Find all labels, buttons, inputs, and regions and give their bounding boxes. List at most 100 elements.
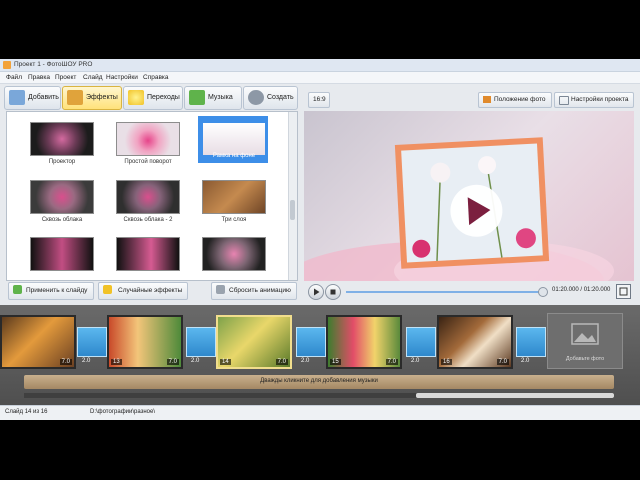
- timeline-transition[interactable]: 2.0: [77, 327, 107, 364]
- slide-duration: 7.0: [59, 359, 72, 365]
- timeline-slide-selected[interactable]: 14 7.0: [216, 315, 292, 369]
- timeline-transition[interactable]: 2.0: [406, 327, 436, 364]
- tab-add[interactable]: Добавить: [4, 86, 61, 110]
- photo-position-button[interactable]: Положение фото: [478, 92, 552, 108]
- timeline: 7.0 2.0 13 7.0 2.0 14 7.0 2.0 15 7.0 2.0: [0, 305, 640, 405]
- effects-scrollbar[interactable]: [288, 112, 297, 280]
- reset-animation-button[interactable]: Сбросить анимацию: [211, 282, 297, 300]
- settings-icon: [559, 96, 569, 105]
- transition-duration: 2.0: [301, 358, 310, 364]
- effect-label: Проектор: [48, 159, 76, 165]
- transition-duration: 2.0: [521, 358, 530, 364]
- app-window: Проект 1 - ФотоШОУ PRO Файл Правка Проек…: [0, 59, 640, 420]
- timeline-slide[interactable]: 13 7.0: [107, 315, 183, 369]
- effect-item-8[interactable]: [116, 237, 180, 271]
- timeline-scrollbar-thumb[interactable]: [416, 393, 614, 398]
- effect-through-clouds-2[interactable]: [116, 180, 180, 214]
- playback-progress-track[interactable]: [346, 291, 542, 293]
- effect-frame-on-background[interactable]: [202, 122, 266, 156]
- effect-through-clouds[interactable]: [30, 180, 94, 214]
- menu-settings[interactable]: Настройки: [106, 74, 138, 81]
- fullscreen-icon: [619, 287, 628, 296]
- tab-transitions-label: Переходы: [147, 94, 180, 101]
- music-note-icon: [189, 90, 205, 105]
- effect-projector[interactable]: [30, 122, 94, 156]
- effect-thumbnail: [30, 237, 94, 271]
- transition-duration: 2.0: [411, 358, 420, 364]
- effect-item-9[interactable]: [202, 237, 266, 271]
- add-photo-icon: [571, 323, 599, 345]
- random-effects-label: Случайные эффекты: [118, 287, 183, 294]
- slide-duration: 7.0: [275, 359, 288, 365]
- window-title: Проект 1 - ФотоШОУ PRO: [14, 61, 93, 68]
- play-button[interactable]: [308, 284, 324, 300]
- status-folder-path: D:\фотографии\разное\: [90, 409, 156, 415]
- effect-label: Рамка на фоне: [212, 153, 256, 159]
- random-effects-button[interactable]: Случайные эффекты: [98, 282, 188, 300]
- timeline-slide[interactable]: 7.0: [0, 315, 76, 369]
- slide-number: 14: [220, 359, 231, 365]
- preview-artwork: [304, 137, 614, 281]
- menu-project[interactable]: Проект: [55, 74, 76, 81]
- stop-button[interactable]: [325, 284, 341, 300]
- tab-effects[interactable]: Эффекты: [62, 86, 122, 110]
- playback-knob[interactable]: [538, 287, 548, 297]
- slide-number: 15: [330, 359, 341, 365]
- tab-transitions[interactable]: Переходы: [123, 86, 183, 110]
- slide-duration: 7.0: [166, 359, 179, 365]
- effect-thumbnail: [30, 122, 94, 156]
- effect-thumbnail: [202, 237, 266, 271]
- status-bar: Слайд 14 из 16 D:\фотографии\разное\: [0, 405, 640, 420]
- menu-help[interactable]: Справка: [143, 74, 169, 81]
- magic-wand-icon: [103, 285, 112, 294]
- project-settings-label: Настройки проекта: [571, 96, 629, 103]
- slide-duration: 7.0: [496, 359, 509, 365]
- tab-create-label: Создать: [267, 94, 294, 101]
- menu-bar: Файл Правка Проект Слайд Настройки Справ…: [0, 72, 640, 84]
- effect-item-7[interactable]: [30, 237, 94, 271]
- photo-add-icon: [9, 90, 25, 105]
- add-photo-slot[interactable]: Добавьте фото: [547, 313, 623, 369]
- photo-position-label: Положение фото: [494, 96, 546, 103]
- title-bar: Проект 1 - ФотоШОУ PRO: [0, 59, 640, 72]
- timeline-slide[interactable]: 15 7.0: [326, 315, 402, 369]
- effects-gallery: Проектор Простой поворот Рамка на фоне С…: [6, 111, 298, 281]
- tab-music[interactable]: Музыка: [184, 86, 242, 110]
- effect-thumbnail: [116, 180, 180, 214]
- timeline-scrollbar[interactable]: [24, 393, 614, 398]
- photo-position-icon: [483, 96, 491, 103]
- stop-icon: [330, 289, 336, 295]
- menu-slide[interactable]: Слайд: [83, 74, 103, 81]
- app-logo-icon: [3, 61, 11, 69]
- slide-number: 16: [441, 359, 452, 365]
- aspect-ratio-button[interactable]: 16:9: [308, 92, 330, 108]
- effect-simple-rotate[interactable]: [116, 122, 180, 156]
- main-tabs: Добавить Эффекты Переходы Музыка Создать: [0, 84, 300, 110]
- timeline-transition[interactable]: 2.0: [186, 327, 216, 364]
- fullscreen-button[interactable]: [616, 284, 631, 299]
- transition-duration: 2.0: [191, 358, 200, 364]
- play-icon: [314, 288, 320, 296]
- effect-label: Сквозь облака - 2: [123, 217, 173, 223]
- menu-edit[interactable]: Правка: [28, 74, 50, 81]
- playback-time: 01:20.000 / 01:20.000: [552, 287, 611, 293]
- tab-add-label: Добавить: [28, 94, 59, 101]
- apply-to-slide-button[interactable]: Применить к слайду: [8, 282, 94, 300]
- timeline-transition[interactable]: 2.0: [296, 327, 326, 364]
- apply-to-slide-label: Применить к слайду: [26, 287, 88, 294]
- scrollbar-thumb[interactable]: [290, 200, 295, 220]
- music-track[interactable]: Дважды кликните для добавления музыки: [24, 375, 614, 389]
- timeline-transition[interactable]: 2.0: [516, 327, 546, 364]
- tab-create[interactable]: Создать: [243, 86, 298, 110]
- arrow-down-icon: [13, 285, 22, 294]
- slide-duration: 7.0: [385, 359, 398, 365]
- project-settings-button[interactable]: Настройки проекта: [554, 92, 634, 108]
- effect-label: Простой поворот: [124, 159, 172, 165]
- tab-effects-label: Эффекты: [86, 94, 118, 101]
- effect-thumbnail: [202, 122, 266, 156]
- timeline-slide[interactable]: 16 7.0: [437, 315, 513, 369]
- broom-icon: [216, 285, 225, 294]
- effect-thumbnail: [202, 180, 266, 214]
- effect-three-layers[interactable]: [202, 180, 266, 214]
- menu-file[interactable]: Файл: [6, 74, 22, 81]
